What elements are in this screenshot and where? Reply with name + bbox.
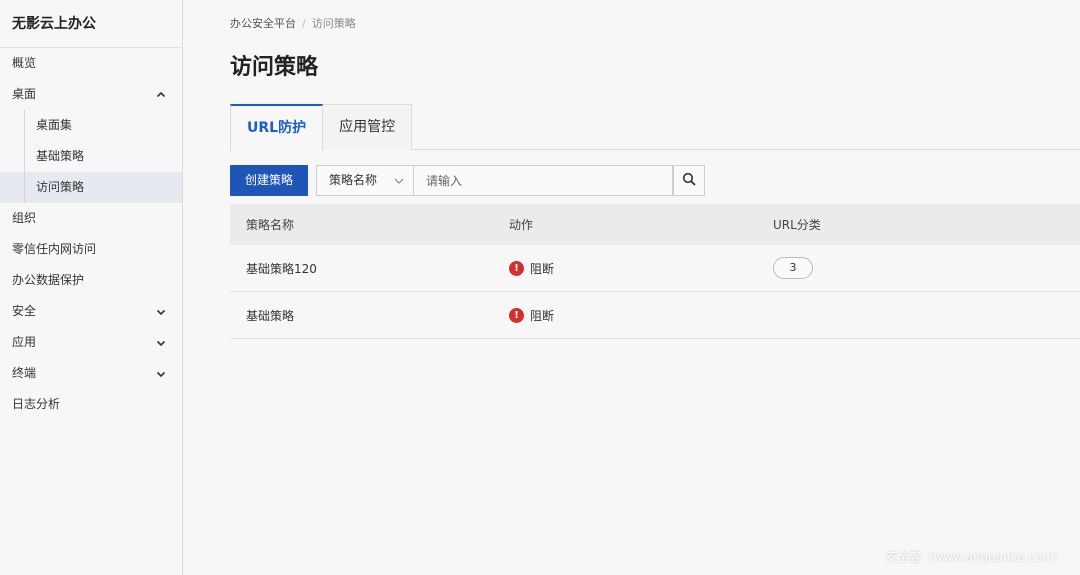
policy-action: ! 阻断 <box>493 260 757 277</box>
chevron-up-icon <box>156 79 166 110</box>
chevron-down-icon <box>156 358 166 389</box>
watermark: 安全客（www.anquanke.com） <box>885 550 1066 564</box>
sidebar-item-label: 零信任内网访问 <box>12 242 97 256</box>
sidebar-item-desktop-collection[interactable]: 桌面集 <box>0 110 182 141</box>
column-header-url-category: URL分类 <box>773 218 821 232</box>
sidebar-item-basic-policy[interactable]: 基础策略 <box>0 141 182 172</box>
sidebar-item-label: 应用 <box>12 335 37 349</box>
sidebar-item-desktop[interactable]: 桌面 <box>0 79 182 110</box>
brand-title: 无影云上办公 <box>0 0 182 48</box>
column-header-action: 动作 <box>509 218 534 232</box>
main-content: 办公安全平台 / 访问策略 访问策略 URL防护 应用管控 创建策略 策略名称 … <box>184 0 1080 575</box>
sidebar-item-label: 概览 <box>12 56 37 70</box>
sidebar-item-access-policy[interactable]: 访问策略 <box>0 172 182 203</box>
chevron-down-icon <box>156 327 166 358</box>
sidebar-item-log-analysis[interactable]: 日志分析 <box>0 389 182 420</box>
column-header-name: 策略名称 <box>246 218 295 232</box>
table-header: 策略名称 动作 URL分类 <box>230 204 1080 245</box>
sidebar-item-label: 组织 <box>12 211 37 225</box>
policy-name[interactable]: 基础策略 <box>230 307 493 324</box>
url-category-cell: 3 <box>757 257 1080 279</box>
sidebar-item-zero-trust[interactable]: 零信任内网访问 <box>0 234 182 265</box>
sidebar-item-security[interactable]: 安全 <box>0 296 182 327</box>
breadcrumb-root[interactable]: 办公安全平台 <box>230 15 296 31</box>
chevron-down-icon <box>393 166 405 195</box>
action-label: 阻断 <box>530 308 555 323</box>
policy-name[interactable]: 基础策略120 <box>230 260 493 277</box>
sidebar-item-terminal[interactable]: 终端 <box>0 358 182 389</box>
create-policy-button[interactable]: 创建策略 <box>230 165 309 196</box>
sidebar-item-label: 办公数据保护 <box>12 273 85 287</box>
table-row: 基础策略120 ! 阻断 3 <box>230 245 1080 292</box>
sidebar: 无影云上办公 概览 桌面 桌面集 基础策略 访问策略 组织 零信任内网访问 办公… <box>0 0 183 575</box>
sidebar-item-label: 安全 <box>12 304 37 318</box>
page-title: 访问策略 <box>230 55 319 80</box>
breadcrumb: 办公安全平台 / 访问策略 <box>230 15 356 31</box>
sidebar-item-overview[interactable]: 概览 <box>0 48 182 79</box>
exclamation-circle-icon: ! <box>509 307 524 323</box>
chevron-down-icon <box>156 296 166 327</box>
url-count-badge[interactable]: 3 <box>773 257 813 279</box>
toolbar: 创建策略 策略名称 <box>230 165 706 196</box>
tab-bar: URL防护 应用管控 <box>230 104 1080 151</box>
sidebar-item-organization[interactable]: 组织 <box>0 203 182 234</box>
sidebar-item-label: 桌面 <box>12 87 37 101</box>
filter-field-select[interactable]: 策略名称 <box>316 165 415 196</box>
sidebar-item-apps[interactable]: 应用 <box>0 327 182 358</box>
breadcrumb-separator: / <box>302 16 306 30</box>
sidebar-item-label: 日志分析 <box>12 397 61 411</box>
search-icon <box>682 171 696 190</box>
sidebar-item-data-protection[interactable]: 办公数据保护 <box>0 265 182 296</box>
tab-url-protection[interactable]: URL防护 <box>230 104 324 151</box>
sidebar-item-label: 基础策略 <box>36 149 85 163</box>
policy-table: 策略名称 动作 URL分类 基础策略120 ! 阻断 3 基础策略 ! 阻断 <box>230 204 1080 339</box>
sidebar-item-label: 桌面集 <box>36 118 73 132</box>
breadcrumb-current: 访问策略 <box>311 17 356 30</box>
policy-action: ! 阻断 <box>493 307 757 324</box>
action-label: 阻断 <box>530 261 555 276</box>
sidebar-item-label: 访问策略 <box>36 180 85 194</box>
exclamation-circle-icon: ! <box>509 260 524 276</box>
table-row: 基础策略 ! 阻断 <box>230 292 1080 339</box>
filter-field-value: 策略名称 <box>329 173 378 187</box>
tab-app-control[interactable]: 应用管控 <box>323 104 413 150</box>
search-input[interactable] <box>414 165 674 196</box>
search-button[interactable] <box>673 165 706 196</box>
sidebar-item-label: 终端 <box>12 366 37 380</box>
